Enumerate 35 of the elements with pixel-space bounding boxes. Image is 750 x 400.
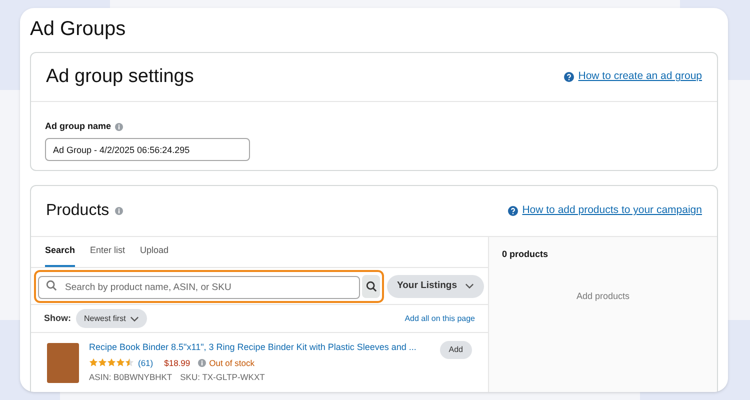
stock-status: Out of stock [209, 356, 254, 370]
tab[interactable]: Enter list [90, 237, 126, 267]
section-title: Ad group settings [46, 64, 194, 89]
info-icon [115, 207, 124, 215]
field-label: Ad group name [45, 120, 112, 133]
info-icon [115, 122, 124, 131]
page-title: Ad Groups [30, 17, 127, 42]
price: $18.99 [164, 356, 190, 370]
product-count: 0 products [502, 248, 550, 261]
help-link[interactable]: How to add products to your campaign [522, 203, 702, 219]
tab[interactable]: Upload [140, 237, 169, 267]
add-button[interactable]: Add [440, 341, 472, 359]
empty-state-text: Add products [575, 290, 631, 303]
show-label: Show: [44, 312, 71, 325]
search-field[interactable]: Search by product name, ASIN, or SKU [38, 276, 360, 298]
sku-text: SKU: TX-GLTP-WKXT [180, 371, 265, 384]
search-icon [46, 280, 57, 290]
info-icon [198, 358, 206, 367]
name-input[interactable]: Ad Group - 4/2/2025 06:56:24.295 [45, 138, 250, 161]
listings-dropdown[interactable]: Your Listings [387, 274, 484, 298]
tab[interactable]: Search [45, 237, 76, 267]
review-count: (61) [138, 356, 154, 370]
sort-dropdown[interactable]: Newest first [76, 309, 147, 328]
help-icon [508, 206, 518, 216]
search-button[interactable] [362, 274, 380, 298]
product-title-link[interactable]: Recipe Book Binder 8.5"x11", 3 Ring Recipe Binder Kit with Plastic Sleeves and ... [89, 341, 430, 354]
help-link[interactable]: How to create an ad group [578, 69, 702, 85]
section-title: Products [46, 201, 110, 221]
chevron-icon [130, 316, 139, 322]
product-image-placeholder [47, 343, 79, 383]
add-all-link[interactable]: Add all on this page [404, 312, 475, 324]
asin-text: ASIN: B0BWNYBHKT [89, 371, 172, 384]
chevron-icon [465, 283, 474, 289]
help-icon [564, 72, 574, 82]
search-icon [366, 280, 376, 292]
